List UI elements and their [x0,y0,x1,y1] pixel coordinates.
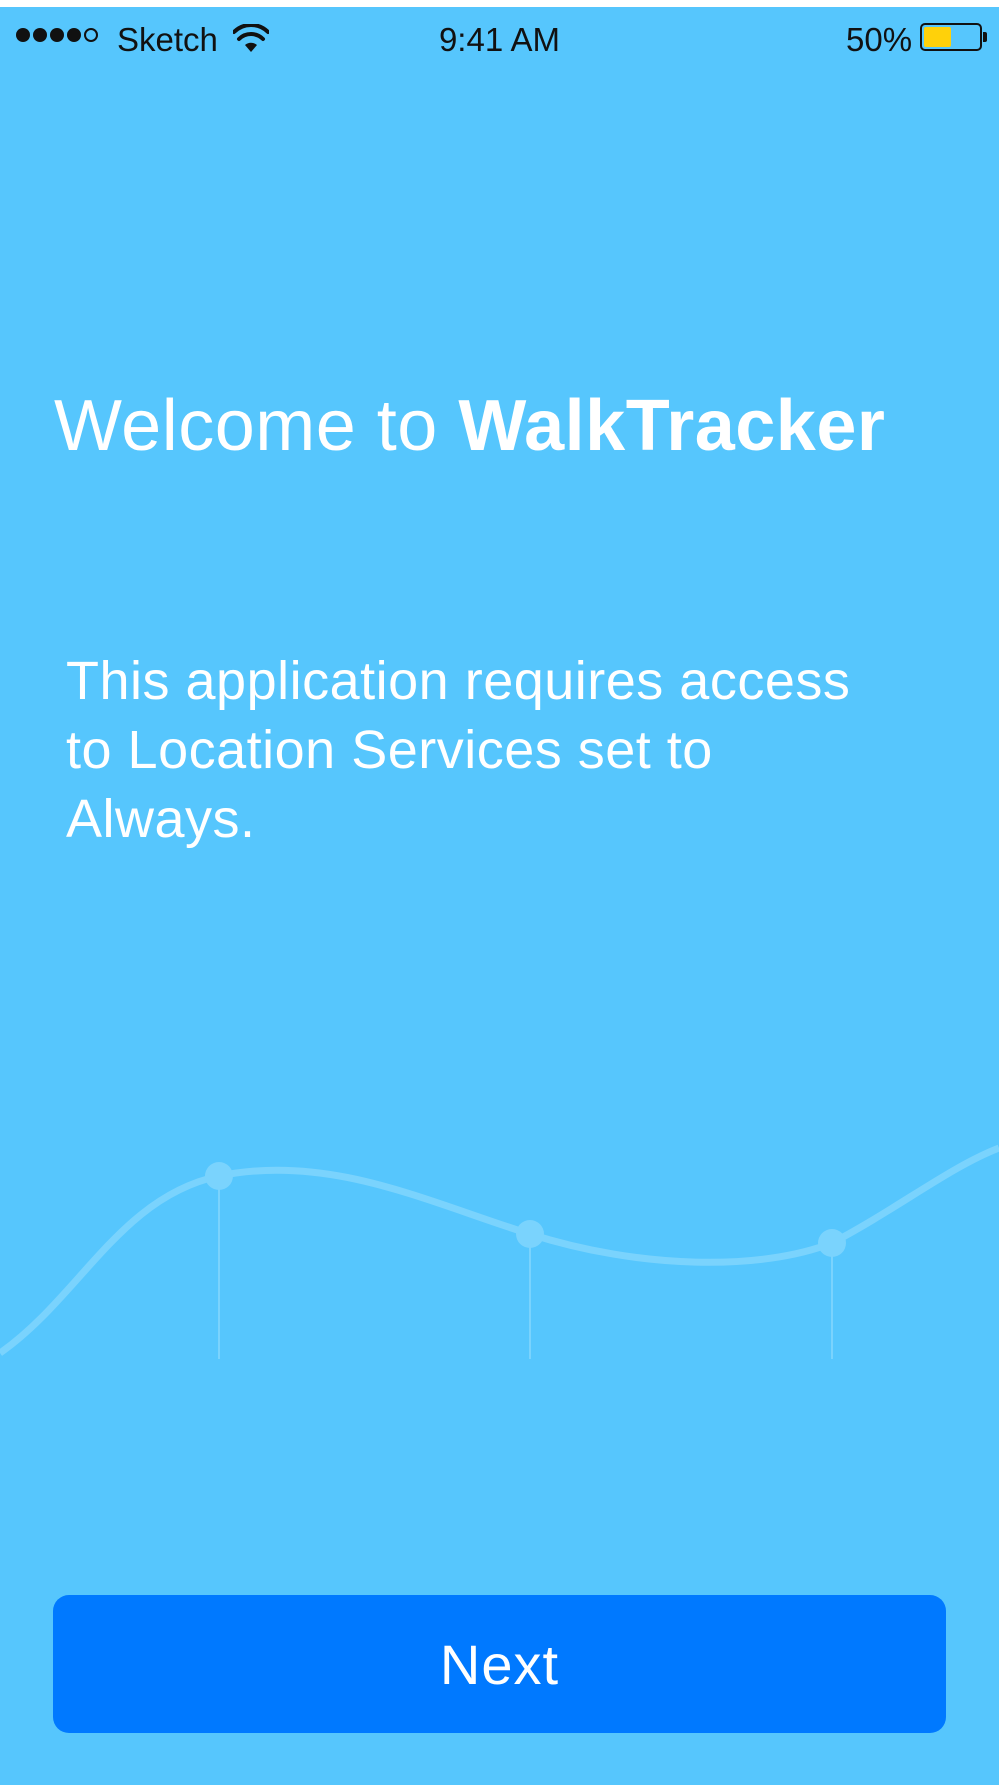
walk-activity-graph-illustration [0,1144,999,1359]
location-permission-message: This application requires access to Loca… [66,651,851,849]
onboarding-screen: Sketch 9:41 AM 50% Welcome to WalkTracke… [0,7,999,1785]
graph-marker-dot [818,1229,846,1257]
graph-marker-dot [516,1220,544,1248]
battery-icon [920,23,987,51]
graph-curve [0,1144,999,1356]
graph-marker-dot [205,1162,233,1190]
status-bar: Sketch 9:41 AM 50% [0,7,999,71]
next-button[interactable]: Next [53,1595,946,1733]
battery-level-fill [924,27,951,47]
welcome-prefix: Welcome to [54,386,459,466]
app-name: WalkTracker [458,386,886,466]
battery-percentage: 50% [846,21,913,58]
welcome-title: Welcome to WalkTracker [54,385,885,467]
